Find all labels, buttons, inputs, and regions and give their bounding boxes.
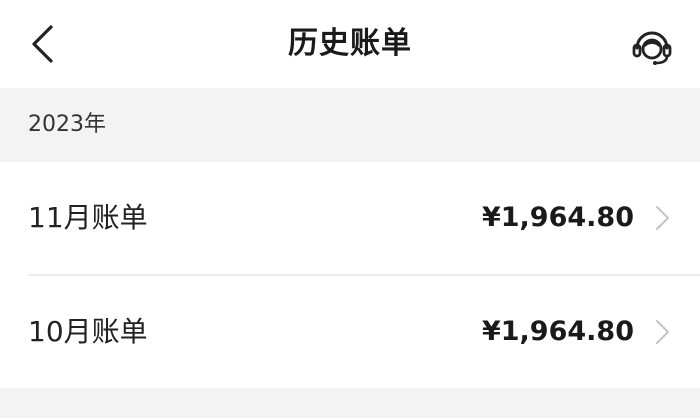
customer-service-button[interactable]: [628, 22, 676, 70]
bottom-spacer: [0, 388, 700, 418]
bill-label: 10月账单: [28, 315, 148, 348]
nav-bar: 历史账单: [0, 0, 700, 88]
bill-label: 11月账单: [28, 201, 148, 234]
year-section-header: 2023年: [0, 88, 700, 162]
page-title: 历史账单: [288, 26, 412, 61]
year-label: 2023年: [28, 112, 106, 137]
bill-amount: ¥1,964.80: [481, 316, 634, 347]
chevron-right-icon: [656, 320, 669, 344]
bill-list: 11月账单 ¥1,964.80 10月账单 ¥1,964.80: [0, 162, 700, 388]
bill-amount: ¥1,964.80: [481, 202, 634, 233]
bill-row-october[interactable]: 10月账单 ¥1,964.80: [0, 276, 700, 388]
bill-row-november[interactable]: 11月账单 ¥1,964.80: [0, 162, 700, 274]
chevron-right-icon: [656, 206, 669, 230]
customer-service-headset-icon: [632, 31, 672, 65]
